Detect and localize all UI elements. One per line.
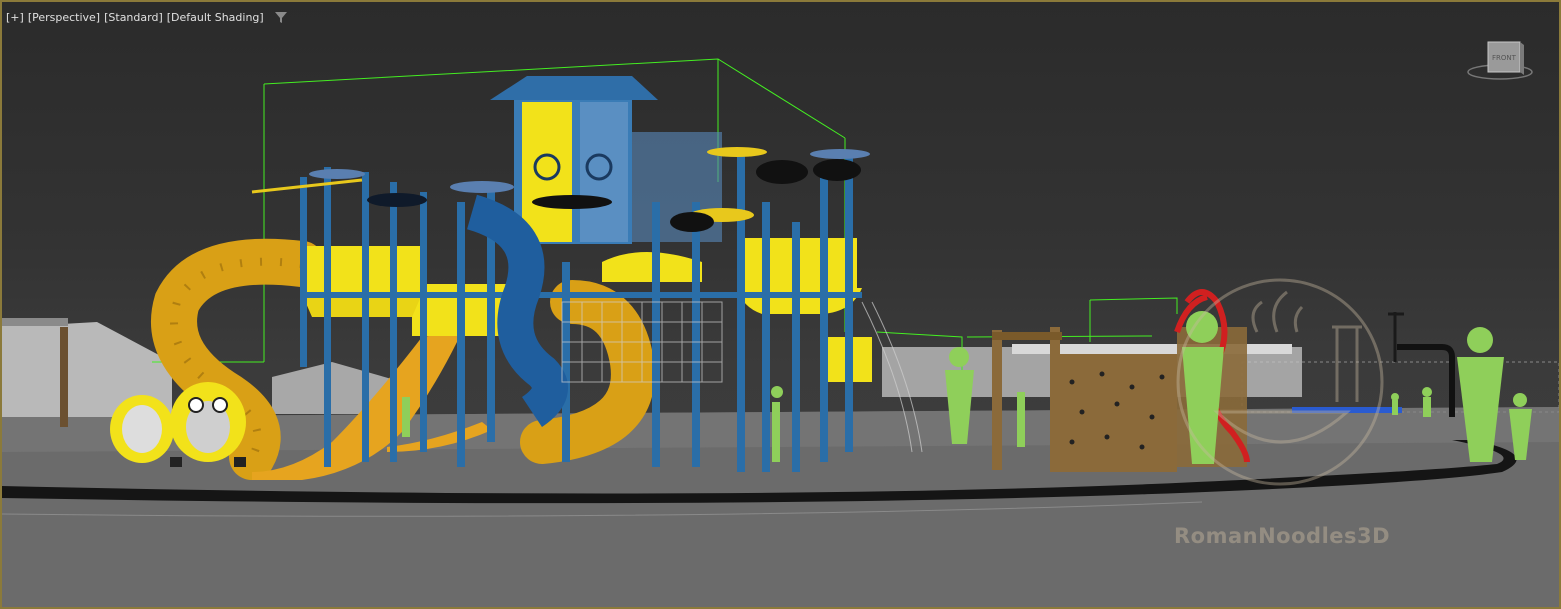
watermark-text: RomanNoodles3D bbox=[1174, 524, 1391, 548]
viewcube-side-face bbox=[1520, 42, 1524, 75]
bg-shelter-post bbox=[60, 327, 68, 427]
filter-icon[interactable] bbox=[274, 10, 288, 24]
viewport-point-of-view-menu[interactable]: [Perspective] bbox=[28, 11, 100, 24]
viewport-general-menu[interactable]: [+] bbox=[6, 11, 24, 24]
viewport-camera-menu[interactable]: [Standard] bbox=[104, 11, 163, 24]
viewcube-face-label: FRONT bbox=[1492, 54, 1517, 62]
viewport-label-menu: [+] [Perspective] [Standard] [Default Sh… bbox=[6, 8, 288, 26]
bg-shelter-roof bbox=[2, 318, 68, 326]
bg-lamp bbox=[1388, 312, 1404, 362]
viewport-shading-menu[interactable]: [Default Shading] bbox=[167, 11, 264, 24]
scene-render[interactable] bbox=[2, 2, 1559, 607]
perspective-viewport[interactable]: [+] [Perspective] [Standard] [Default Sh… bbox=[0, 0, 1561, 609]
viewcube[interactable]: FRONT bbox=[1464, 38, 1536, 82]
